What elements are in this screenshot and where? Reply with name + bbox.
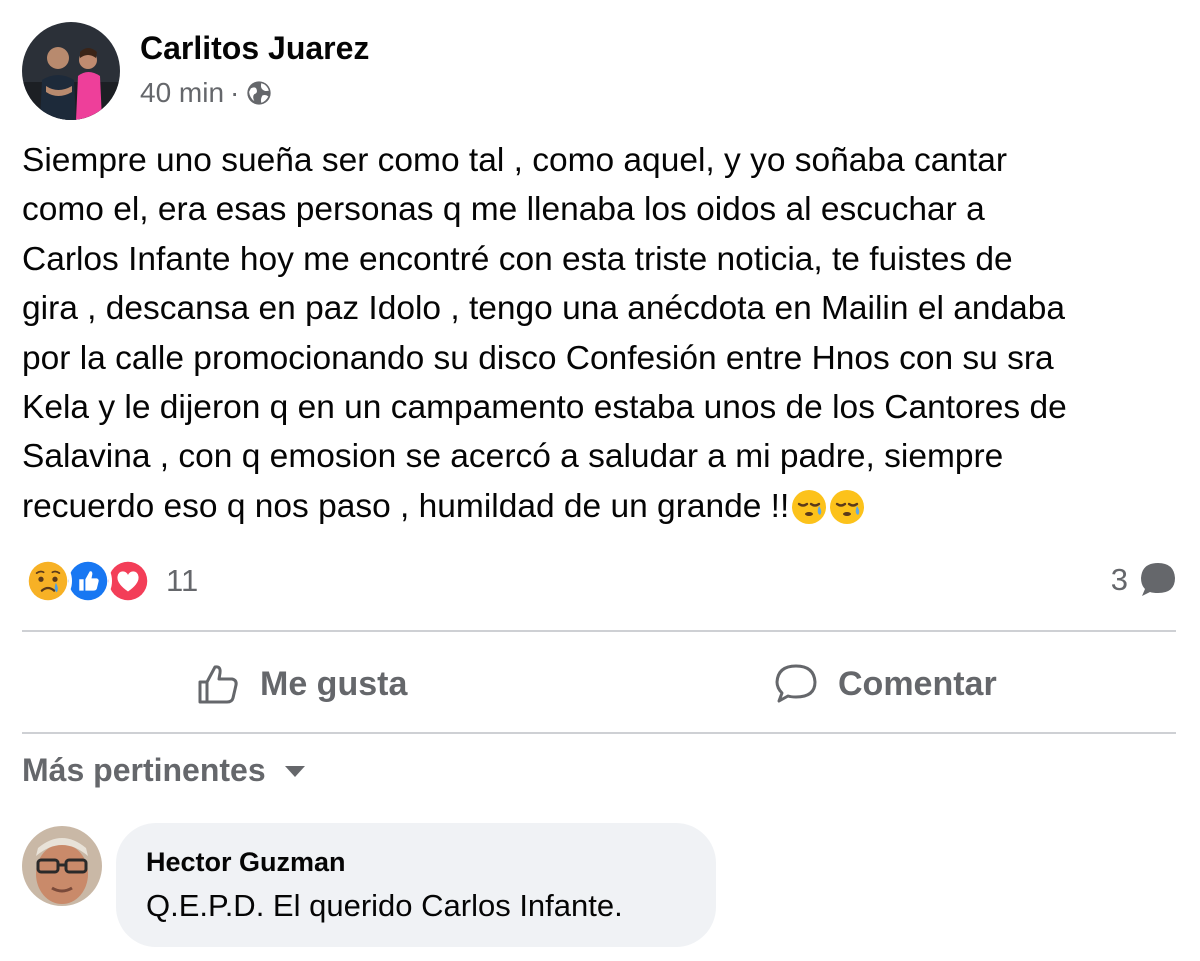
post-body: Siempre uno sueña ser como tal , como aq… [22, 136, 1182, 531]
comment-bubble-icon [1141, 563, 1175, 596]
sort-label: Más pertinentes [22, 752, 266, 788]
divider-top [22, 630, 1176, 632]
author-avatar[interactable] [22, 22, 120, 120]
comment-sort-dropdown[interactable]: Más pertinentes [22, 752, 308, 789]
sleepy-face-emoji [830, 489, 865, 524]
sad-reaction-icon [24, 557, 72, 605]
comment-icon [775, 664, 817, 703]
sleepy-face-emoji [792, 489, 827, 524]
comment-count[interactable]: 3 [1111, 560, 1178, 600]
comment-bubble: Hector Guzman Q.E.P.D. El querido Carlos… [116, 823, 716, 947]
caret-down-icon [284, 765, 305, 777]
post-header: Carlitos Juarez 40 min · [22, 22, 369, 120]
comment-button[interactable]: Comentar [772, 660, 997, 708]
comment-author[interactable]: Hector Guzman [146, 847, 716, 878]
like-button[interactable]: Me gusta [194, 660, 407, 708]
post-timestamp[interactable]: 40 min [140, 77, 224, 109]
post-text: Siempre uno sueña ser como tal , como aq… [22, 142, 1067, 525]
meta-separator: · [230, 76, 240, 108]
reactions-summary[interactable]: 11 [24, 557, 198, 605]
like-icon [198, 665, 238, 704]
comment-count-value: 3 [1110, 562, 1128, 597]
comment-text: Q.E.P.D. El querido Carlos Infante. [146, 888, 623, 923]
divider-bottom [22, 732, 1176, 734]
reaction-count[interactable]: 11 [166, 563, 198, 599]
commenter-avatar[interactable] [22, 826, 102, 906]
comment-button-label: Comentar [838, 664, 997, 703]
like-button-label: Me gusta [260, 664, 408, 703]
globe-icon [247, 80, 272, 105]
post-meta: 40 min · [140, 77, 369, 109]
post-author-name[interactable]: Carlitos Juarez [140, 30, 369, 67]
